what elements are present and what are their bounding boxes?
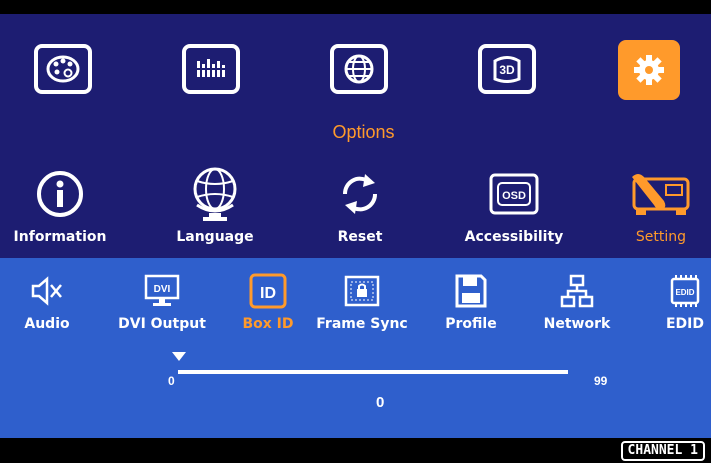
globe-icon [344, 54, 374, 84]
option-setting[interactable]: Setting [618, 165, 704, 245]
option-label: Language [176, 229, 254, 245]
option-reset[interactable]: Reset [320, 165, 400, 245]
osd-screen: 3D Options Information Language Reset OS… [0, 0, 711, 463]
submenu-frame-sync[interactable]: Frame Sync [306, 270, 418, 332]
status-bar [0, 438, 711, 463]
gear-icon [634, 55, 664, 85]
option-label: Accessibility [464, 229, 564, 245]
slider-min-label: 0 [168, 374, 175, 388]
svg-text:EDID: EDID [675, 288, 694, 297]
category-palette[interactable] [34, 44, 92, 94]
category-3d[interactable]: 3D [478, 44, 536, 94]
palette-icon [46, 55, 80, 83]
option-label: Setting [635, 229, 687, 245]
submenu-label: Network [543, 316, 611, 332]
submenu-label: DVI Output [118, 316, 206, 332]
submenu-edid[interactable]: EDID EDID [660, 270, 710, 332]
category-equalizer[interactable] [182, 44, 240, 94]
option-information[interactable]: Information [6, 165, 114, 245]
box-id-slider[interactable] [178, 370, 568, 374]
svg-text:OSD: OSD [502, 190, 526, 202]
reset-icon [342, 174, 378, 214]
globe-language-icon [193, 167, 237, 221]
submenu-label: Audio [24, 316, 70, 332]
id-badge-icon: ID [249, 273, 287, 309]
submenu-dvi-output[interactable]: DVI DVI Output [106, 270, 218, 332]
frame-sync-icon [344, 275, 380, 307]
option-label: Information [13, 229, 107, 245]
submenu-audio[interactable]: Audio [22, 270, 72, 332]
submenu-label: EDID [665, 316, 704, 332]
slider-max-label: 99 [594, 374, 608, 388]
category-settings[interactable] [618, 40, 680, 100]
svg-text:DVI: DVI [154, 284, 171, 295]
info-icon [37, 171, 83, 217]
equalizer-icon [195, 59, 227, 77]
slider-thumb[interactable] [172, 352, 186, 361]
save-disk-icon [455, 274, 487, 308]
slider-value: 0 [376, 394, 385, 411]
section-title: Options [332, 122, 395, 142]
speaker-mute-icon [31, 276, 62, 306]
category-globe[interactable] [330, 44, 388, 94]
submenu-label: Box ID [242, 316, 294, 332]
submenu-label: Profile [445, 316, 497, 332]
option-accessibility[interactable]: OSD Accessibility [450, 165, 578, 245]
3d-icon: 3D [493, 56, 521, 83]
submenu-profile[interactable]: Profile [438, 270, 504, 332]
edid-chip-icon: EDID [670, 275, 700, 307]
submenu-box-id[interactable]: ID Box ID [232, 270, 304, 332]
submenu-network[interactable]: Network [532, 270, 622, 332]
channel-badge: CHANNEL 1 [620, 441, 705, 461]
option-label: Reset [337, 229, 383, 245]
wrench-setting-icon [632, 174, 690, 215]
option-language[interactable]: Language [165, 165, 265, 245]
svg-text:3D: 3D [499, 63, 515, 77]
svg-text:ID: ID [260, 285, 276, 302]
dvi-monitor-icon: DVI [144, 274, 180, 306]
submenu-label: Frame Sync [316, 316, 408, 332]
network-icon [560, 274, 594, 308]
osd-icon: OSD [489, 173, 539, 215]
